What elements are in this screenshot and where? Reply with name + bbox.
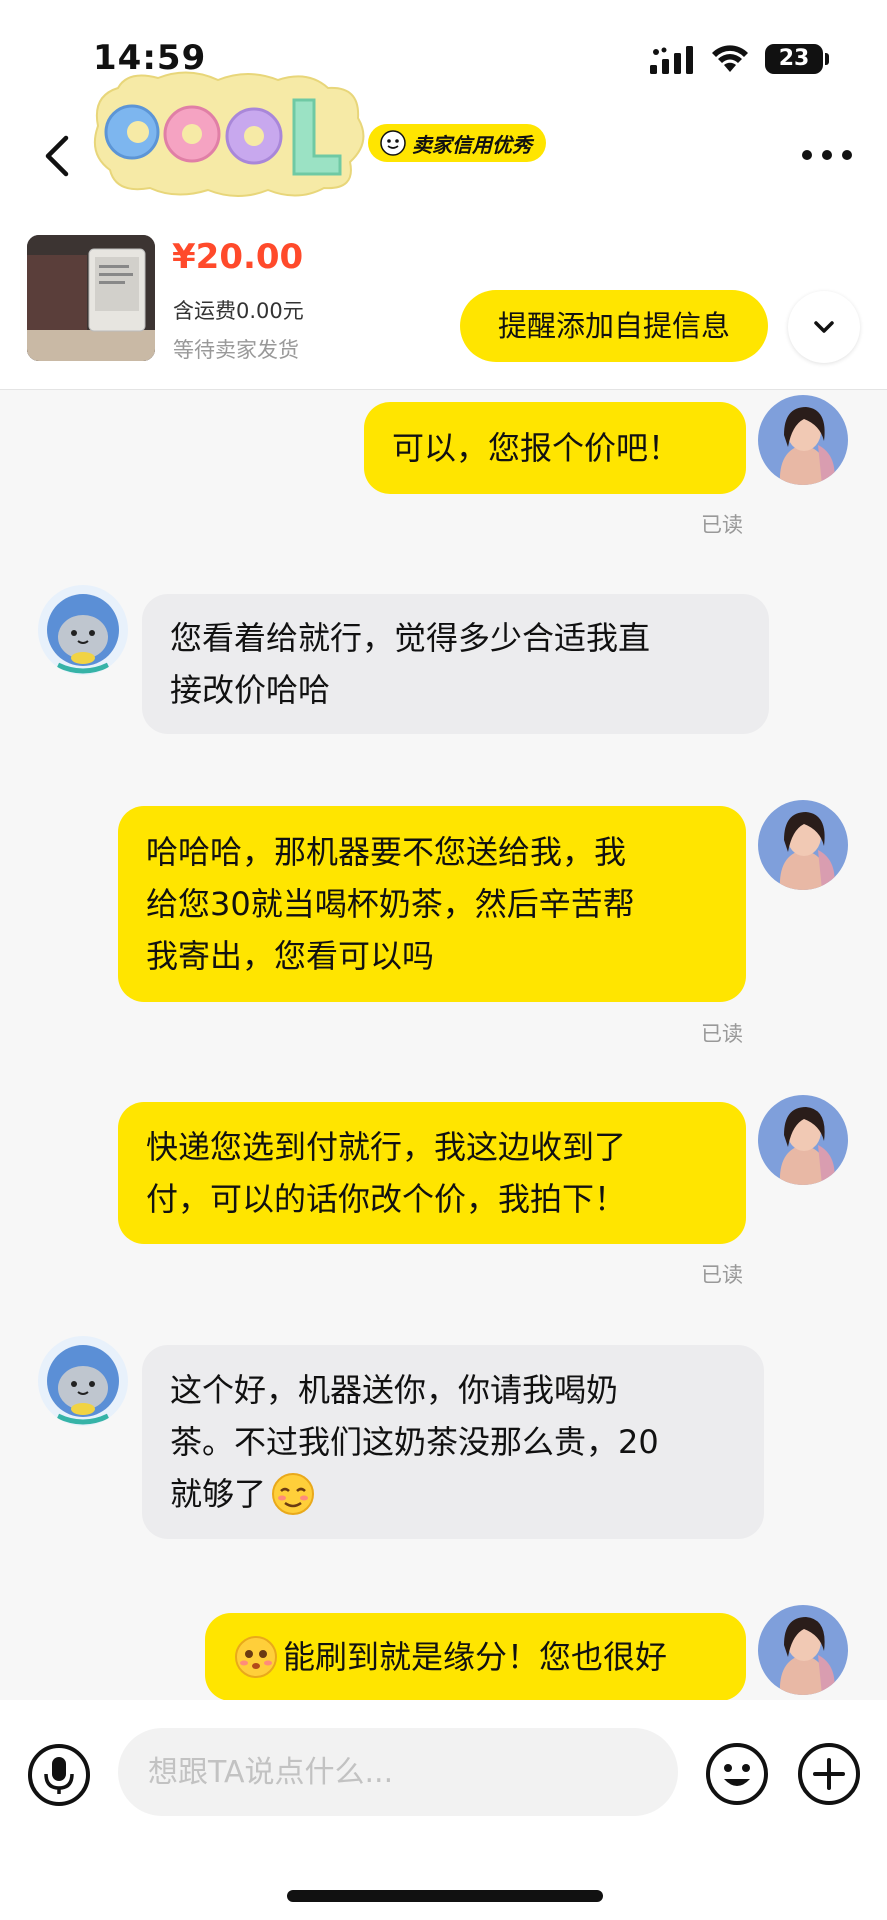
message-text-line: 我寄出，您看可以吗	[146, 937, 435, 975]
my-avatar[interactable]	[758, 800, 848, 890]
chevron-down-icon	[814, 321, 834, 333]
product-thumbnail[interactable]	[27, 235, 155, 361]
plus-icon[interactable]	[796, 1741, 862, 1807]
read-receipt: 已读	[701, 513, 743, 537]
order-status: 等待卖家发货	[173, 338, 299, 362]
product-price: ¥20.00	[172, 237, 304, 277]
message-bubble-sent[interactable]: 可以，您报个价吧！	[364, 402, 746, 494]
emoji-icon[interactable]	[704, 1741, 770, 1807]
microphone-icon[interactable]	[27, 1743, 91, 1807]
cellular-signal-icon	[650, 46, 693, 74]
battery-indicator: 23	[765, 44, 823, 74]
message-text-line: 快递您选到付就行，我这边收到了	[146, 1128, 627, 1166]
message-input[interactable]	[118, 1728, 678, 1816]
expand-order-button[interactable]	[788, 291, 860, 363]
my-avatar[interactable]	[758, 1605, 848, 1695]
avatar-photo	[758, 800, 848, 890]
home-indicator	[287, 1890, 603, 1902]
message-bubble-sent[interactable]: 哈哈哈，那机器要不您送给我，我 给您30就当喝杯奶茶，然后辛苦帮 我寄出，您看可…	[118, 806, 746, 1002]
shipping-fee: 含运费0.00元	[173, 299, 304, 323]
message-bubble-sent[interactable]: 能刷到就是缘分！您也很好	[205, 1613, 746, 1701]
shy-smile-emoji-icon	[272, 1473, 315, 1515]
message-bubble-received[interactable]: 您看着给就行，觉得多少合适我直 接改价哈哈	[142, 594, 769, 734]
read-receipt: 已读	[701, 1263, 743, 1287]
my-avatar[interactable]	[758, 395, 848, 485]
avatar-cat-illustration	[38, 1336, 128, 1426]
more-icon[interactable]	[800, 148, 854, 162]
message-text-line: 您看着给就行，觉得多少合适我直	[170, 619, 651, 657]
message-text-segment: 就够了	[170, 1475, 267, 1513]
ereader-image	[27, 235, 155, 361]
chat-header: 14:59 23 卖家信用优秀 ¥20.00 含运费0.00元 等待卖家发货 提…	[0, 0, 887, 390]
back-icon[interactable]	[38, 132, 78, 180]
message-text-line: 就够了	[170, 1468, 316, 1520]
battery-cap	[825, 53, 829, 65]
read-receipt: 已读	[701, 1022, 743, 1046]
seller-avatar[interactable]	[38, 1336, 128, 1426]
message-text: 能刷到就是缘分！您也很好	[283, 1638, 668, 1676]
avatar-photo	[758, 395, 848, 485]
my-avatar[interactable]	[758, 1095, 848, 1185]
credit-badge-label: 卖家信用优秀	[412, 132, 532, 157]
smile-face-icon	[380, 130, 406, 156]
message-text-line: 茶。不过我们这奶茶没那么贵，20	[170, 1423, 659, 1461]
wifi-icon	[712, 45, 748, 72]
avatar-photo	[758, 1605, 848, 1695]
avatar-photo	[758, 1095, 848, 1185]
cool-sticker-logo	[94, 71, 365, 197]
message-text-line: 给您30就当喝杯奶茶，然后辛苦帮	[146, 885, 635, 923]
seller-credit-badge: 卖家信用优秀	[368, 124, 546, 162]
remind-pickup-info-button[interactable]: 提醒添加自提信息	[460, 290, 768, 362]
message-text-line: 哈哈哈，那机器要不您送给我，我	[146, 833, 627, 871]
message-text-line: 付，可以的话你改个价，我拍下！	[146, 1180, 627, 1218]
message-bubble-received[interactable]: 这个好，机器送你，你请我喝奶 茶。不过我们这奶茶没那么贵，20 就够了	[142, 1345, 764, 1539]
chat-screen: 14:59 23 卖家信用优秀 ¥20.00 含运费0.00元 等待卖家发货 提…	[0, 0, 887, 1920]
shy-emoji-icon	[235, 1636, 277, 1678]
message-bubble-sent[interactable]: 快递您选到付就行，我这边收到了 付，可以的话你改个价，我拍下！	[118, 1102, 746, 1244]
message-text-line: 接改价哈哈	[170, 671, 331, 709]
message-text-line: 这个好，机器送你，你请我喝奶	[170, 1371, 619, 1409]
seller-avatar[interactable]	[38, 585, 128, 675]
avatar-cat-illustration	[38, 585, 128, 675]
message-text: 可以，您报个价吧！	[392, 429, 681, 467]
